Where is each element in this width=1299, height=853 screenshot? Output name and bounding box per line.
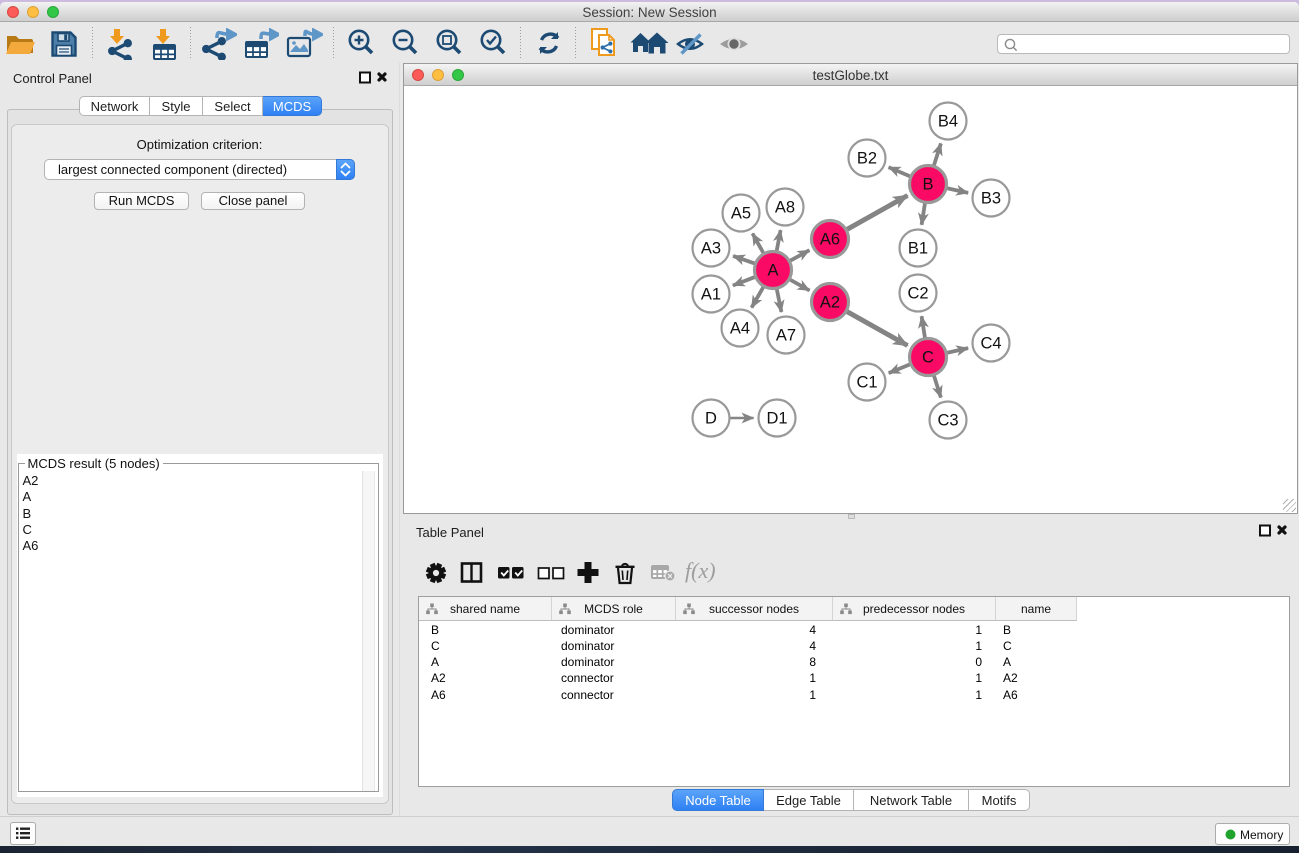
svg-text:C4: C4 [980,335,1001,353]
svg-text:D: D [705,410,717,428]
svg-text:C3: C3 [937,412,958,430]
svg-text:A1: A1 [701,286,721,304]
svg-text:A3: A3 [701,240,721,258]
svg-text:C2: C2 [907,285,928,303]
svg-text:B4: B4 [938,113,958,131]
svg-text:A: A [767,262,778,280]
svg-text:B3: B3 [981,190,1001,208]
svg-text:A2: A2 [820,294,840,312]
svg-text:A6: A6 [820,231,840,249]
svg-text:A8: A8 [775,199,795,217]
svg-text:D1: D1 [766,410,787,428]
svg-text:C1: C1 [856,374,877,392]
svg-text:A7: A7 [776,327,796,345]
svg-text:B2: B2 [857,150,877,168]
svg-text:C: C [922,349,934,367]
svg-text:A4: A4 [730,320,750,338]
svg-text:A5: A5 [731,205,751,223]
svg-text:B1: B1 [908,240,928,258]
svg-text:B: B [922,176,933,194]
